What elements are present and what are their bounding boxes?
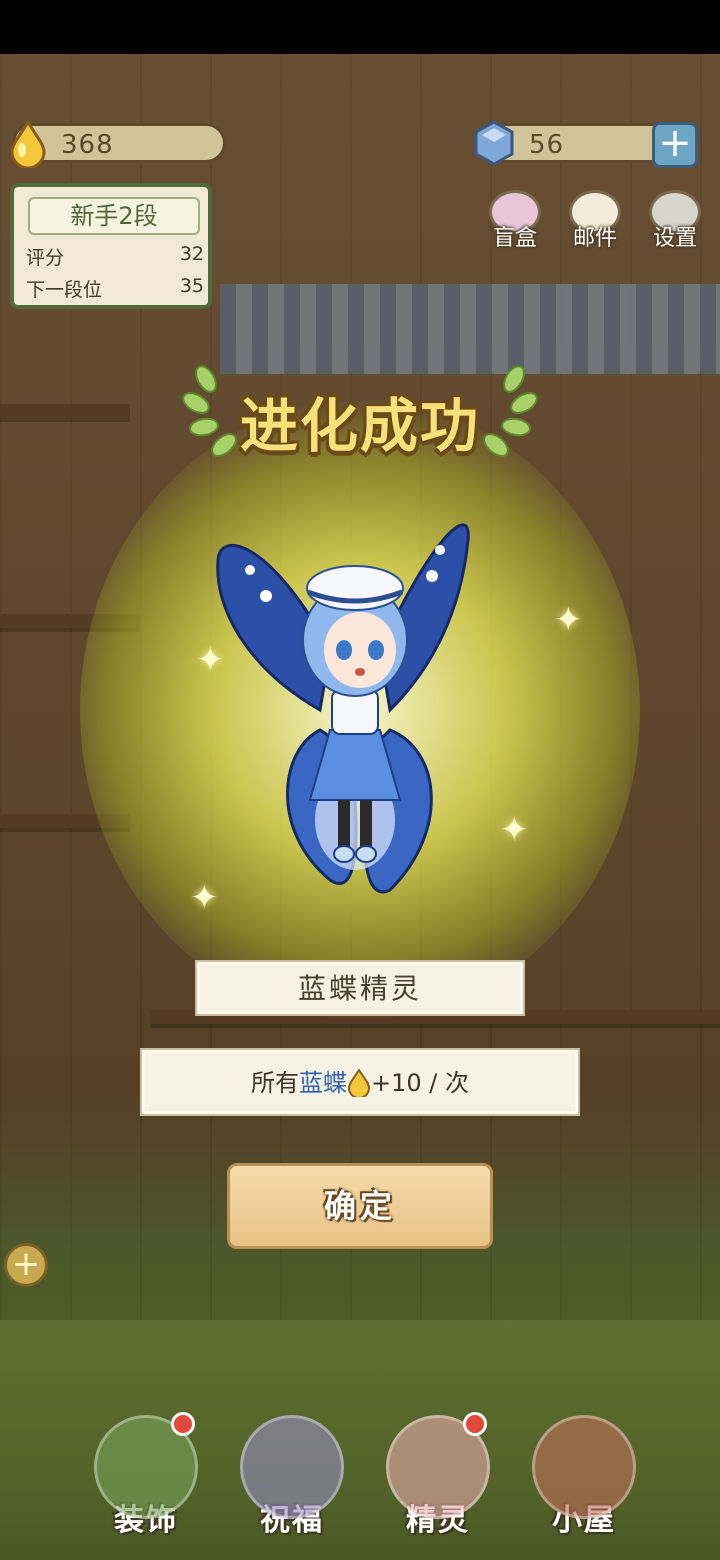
sparkle-icon: ✦: [554, 600, 583, 640]
blue-butterfly-fairy-image: [216, 523, 470, 894]
sparkle-icon: ✦: [190, 878, 219, 918]
plant-icon: [94, 1412, 198, 1519]
side-add-button[interactable]: +: [4, 1243, 48, 1287]
mail-button[interactable]: 邮件: [564, 190, 626, 260]
blind-box-label: 盲盒: [492, 226, 537, 251]
nav-fairy-button[interactable]: 精灵: [378, 1412, 498, 1555]
next-rank-label: 下一段位: [26, 279, 103, 301]
gems-value: 56: [529, 130, 565, 160]
rank-score-row: 评分 32: [26, 243, 204, 270]
mail-label: 邮件: [572, 226, 617, 251]
blind-box-button[interactable]: 盲盒: [484, 190, 546, 260]
notification-badge: [171, 1412, 195, 1436]
sparkle-icon: ✦: [500, 810, 529, 850]
drop-icon: [10, 120, 46, 168]
evolution-title: 进化成功: [239, 392, 480, 460]
butterfly-icon: [240, 1415, 344, 1519]
fairy-icon: [386, 1412, 490, 1519]
settings-label: 设置: [652, 226, 697, 251]
house-icon: [532, 1415, 636, 1519]
next-rank-value: 35: [179, 275, 204, 297]
drop-icon: [347, 1069, 371, 1097]
rank-next-row: 下一段位 35: [26, 275, 204, 302]
status-bar: [0, 0, 720, 54]
nav-blessing-button[interactable]: 祝福: [232, 1415, 352, 1555]
notification-badge: [463, 1412, 487, 1436]
rank-panel[interactable]: 新手2段 评分 32 下一段位 35: [10, 183, 212, 309]
score-value: 32: [179, 243, 204, 265]
score-label: 评分: [26, 247, 65, 269]
sparkle-icon: ✦: [196, 640, 225, 680]
drops-value: 368: [61, 130, 114, 160]
effect-highlight: 蓝蝶: [299, 1069, 347, 1097]
add-gems-button[interactable]: +: [652, 122, 698, 168]
settings-button[interactable]: 设置: [644, 190, 706, 260]
gem-icon: [474, 120, 514, 166]
effect-suffix: +10 / 次: [371, 1069, 469, 1097]
confirm-button[interactable]: 确定: [227, 1163, 493, 1249]
nav-house-button[interactable]: 小屋: [524, 1415, 644, 1555]
nav-decorate-button[interactable]: 装饰: [86, 1412, 206, 1555]
effect-plate: 所有蓝蝶 +10 / 次: [140, 1048, 580, 1116]
rank-title: 新手2段: [28, 197, 200, 235]
fairy-name-plate: 蓝蝶精灵: [195, 960, 525, 1016]
evolution-title-banner: 进化成功: [180, 365, 540, 460]
effect-prefix: 所有: [251, 1069, 299, 1097]
